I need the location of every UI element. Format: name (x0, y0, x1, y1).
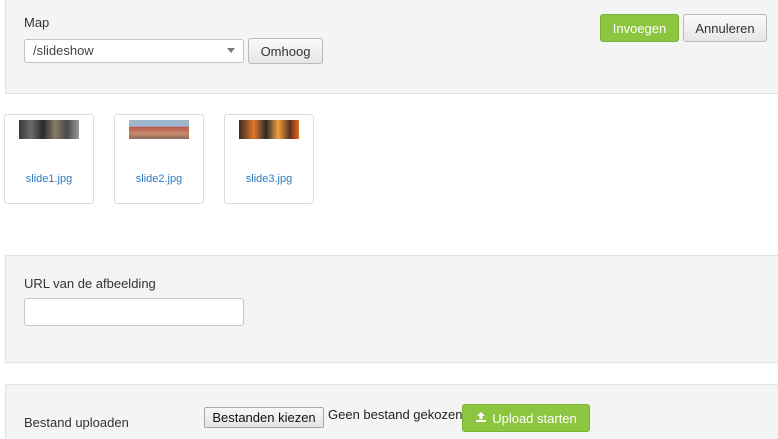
up-button[interactable]: Omhoog (248, 38, 323, 64)
file-status: Geen bestand gekozen (328, 407, 463, 422)
choose-files-button[interactable]: Bestanden kiezen (204, 407, 324, 428)
upload-icon (475, 411, 487, 426)
file-name[interactable]: slide1.jpg (5, 173, 93, 185)
file-item[interactable]: slide3.jpg (224, 114, 314, 204)
file-name[interactable]: slide2.jpg (115, 173, 203, 185)
folder-select[interactable]: /slideshow (24, 39, 244, 63)
upload-start-button[interactable]: Upload starten (462, 404, 590, 432)
file-item[interactable]: slide1.jpg (4, 114, 94, 204)
cancel-button[interactable]: Annuleren (683, 14, 767, 42)
chevron-down-icon (227, 48, 235, 53)
file-thumbnail (129, 120, 189, 139)
upload-label: Bestand uploaden (24, 415, 129, 430)
file-thumbnail (19, 120, 79, 139)
url-label: URL van de afbeelding (24, 276, 156, 291)
folder-select-value: /slideshow (33, 43, 94, 58)
file-item[interactable]: slide2.jpg (114, 114, 204, 204)
folder-label: Map (24, 15, 50, 30)
file-thumbnail (239, 120, 299, 139)
insert-button[interactable]: Invoegen (600, 14, 679, 42)
url-input[interactable] (24, 298, 244, 326)
file-name[interactable]: slide3.jpg (225, 173, 313, 185)
upload-start-label: Upload starten (492, 410, 577, 426)
